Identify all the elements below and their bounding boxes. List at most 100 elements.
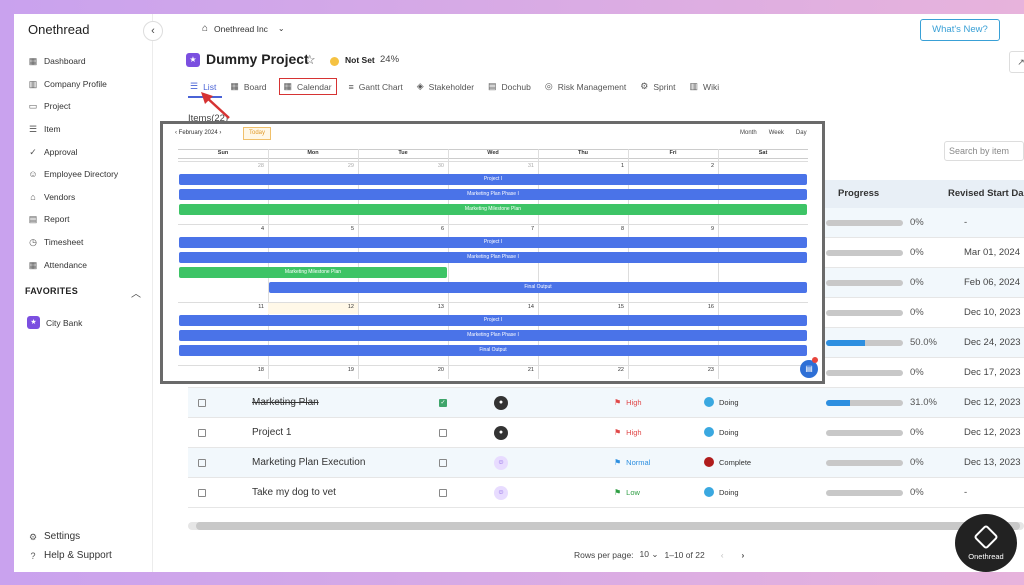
tab-wiki[interactable]: ▥ Wiki [688, 78, 722, 95]
tab-calendar[interactable]: ▦ Calendar [278, 78, 337, 95]
sidebar-item-settings[interactable]: ⚙ Settings [28, 527, 112, 546]
sidebar-item-dashboard[interactable]: ▦ Dashboard [28, 50, 152, 73]
assignee-avatar[interactable]: ● [494, 396, 508, 410]
today-button[interactable]: Today [243, 127, 271, 140]
collapse-sidebar-button[interactable]: ‹ [143, 21, 163, 41]
search-input[interactable]: Search by item [944, 141, 1024, 161]
row-select-checkbox[interactable] [198, 429, 206, 437]
view-day-button[interactable]: Day [796, 130, 807, 136]
day-number[interactable]: 31 [446, 163, 534, 169]
item-complete-checkbox[interactable] [439, 459, 447, 467]
status-badge[interactable]: Doing [704, 397, 739, 407]
day-number[interactable]: 1 [536, 163, 624, 169]
prev-month-icon[interactable]: ‹ [175, 130, 177, 136]
day-number[interactable]: 16 [626, 304, 714, 310]
calendar-event[interactable]: Marketing Plan Phase I [179, 252, 807, 263]
calendar-event[interactable]: Marketing Plan Phase I [179, 330, 807, 341]
status-badge[interactable]: Doing [704, 487, 739, 497]
item-name[interactable]: Marketing Plan Execution [252, 457, 365, 468]
sidebar-item-employee-directory[interactable]: ☺ Employee Directory [28, 163, 152, 186]
item-name[interactable]: Project 1 [252, 427, 291, 438]
brand-logo[interactable]: Onethread [28, 22, 89, 37]
next-page-icon[interactable]: › [742, 550, 745, 560]
assignee-avatar[interactable]: ● [494, 426, 508, 440]
assignee-avatar[interactable]: ☺ [494, 486, 508, 500]
day-number[interactable]: 4 [176, 226, 264, 232]
day-number[interactable]: 22 [536, 367, 624, 373]
calendar-event[interactable]: Final Output [269, 282, 807, 293]
sidebar-item-approval[interactable]: ✓ Approval [28, 140, 152, 163]
calendar-event[interactable]: Marketing Milestone Plan [179, 267, 447, 278]
sidebar-item-company-profile[interactable]: ▥ Company Profile [28, 73, 152, 96]
day-number[interactable]: 8 [536, 226, 624, 232]
day-number[interactable]: 30 [356, 163, 444, 169]
tab-stakeholder[interactable]: ◈ Stakeholder [415, 78, 476, 95]
day-number[interactable]: 12 [266, 304, 354, 310]
row-select-checkbox[interactable] [198, 459, 206, 467]
priority-badge[interactable]: ⚑ Normal [614, 458, 650, 467]
priority-badge[interactable]: ⚑ Low [614, 488, 640, 497]
day-number[interactable]: 9 [626, 226, 714, 232]
day-number[interactable]: 2 [626, 163, 714, 169]
prev-page-icon[interactable]: ‹ [721, 550, 724, 560]
day-number[interactable]: 5 [266, 226, 354, 232]
priority-badge[interactable]: ⚑ High [614, 428, 642, 437]
item-complete-checkbox[interactable]: ✓ [439, 399, 447, 407]
tab-gantt-chart[interactable]: ≡ Gantt Chart [347, 78, 405, 95]
tab-sprint[interactable]: ⚙ Sprint [638, 78, 677, 95]
table-row[interactable]: Project 1 ● ⚑ High Doing 0% Dec 12, 2023 [188, 418, 1024, 448]
whats-new-button[interactable]: What's New? [920, 19, 1000, 41]
sidebar-item-item[interactable]: ☰ Item [28, 118, 152, 141]
favorite-item-city-bank[interactable]: ★ City Bank [27, 316, 82, 329]
col-revised-start[interactable]: Revised Start Da [948, 188, 1024, 199]
day-number[interactable]: 18 [176, 367, 264, 373]
chat-button[interactable]: ▤ [800, 357, 818, 378]
calendar-event[interactable]: Marketing Milestone Plan [179, 204, 807, 215]
sidebar-item-report[interactable]: ▤ Report [28, 208, 152, 231]
next-month-icon[interactable]: › [219, 130, 221, 136]
item-complete-checkbox[interactable] [439, 429, 447, 437]
sidebar-item-attendance[interactable]: ▦ Attendance [28, 253, 152, 276]
table-row[interactable]: Take my dog to vet ☺ ⚑ Low Doing 0% - [188, 478, 1024, 508]
day-number[interactable]: 13 [356, 304, 444, 310]
calendar-event[interactable]: Project I [179, 174, 807, 185]
view-month-button[interactable]: Month [740, 130, 757, 136]
sidebar-item-timesheet[interactable]: ◷ Timesheet [28, 231, 152, 254]
chevron-up-icon[interactable]: ︿ [131, 285, 141, 300]
day-number[interactable]: 11 [176, 304, 264, 310]
day-number[interactable]: 20 [356, 367, 444, 373]
row-select-checkbox[interactable] [198, 489, 206, 497]
day-number[interactable]: 23 [626, 367, 714, 373]
item-name[interactable]: Marketing Plan [252, 397, 319, 408]
item-name[interactable]: Take my dog to vet [252, 487, 336, 498]
rows-per-page-select[interactable]: 10 ⌄ [640, 549, 659, 560]
row-select-checkbox[interactable] [198, 399, 206, 407]
day-number[interactable]: 29 [266, 163, 354, 169]
org-switcher[interactable]: ⌂ Onethread Inc ⌄ [202, 23, 285, 34]
calendar-event[interactable]: Marketing Plan Phase I [179, 189, 807, 200]
day-number[interactable]: 14 [446, 304, 534, 310]
calendar-event[interactable]: Project I [179, 315, 807, 326]
assignee-avatar[interactable]: ☺ [494, 456, 508, 470]
col-progress[interactable]: Progress [838, 188, 879, 199]
tab-dochub[interactable]: ▤ Dochub [486, 78, 533, 95]
sidebar-item-help-support[interactable]: ? Help & Support [28, 546, 111, 565]
sidebar-item-vendors[interactable]: ⌂ Vendors [28, 186, 152, 209]
item-complete-checkbox[interactable] [439, 489, 447, 497]
day-number[interactable]: 28 [176, 163, 264, 169]
status-badge[interactable]: Doing [704, 427, 739, 437]
priority-badge[interactable]: ⚑ High [614, 398, 642, 407]
table-row[interactable]: Marketing Plan ✓ ● ⚑ High Doing 31.0% Dec 12, 2… [188, 388, 1024, 418]
calendar-event[interactable]: Final Output [179, 345, 807, 356]
tab-risk-management[interactable]: ◎ Risk Management [543, 78, 628, 95]
day-number[interactable]: 15 [536, 304, 624, 310]
sidebar-item-project[interactable]: ▭ Project [28, 95, 152, 118]
status-badge[interactable]: Complete [704, 457, 751, 467]
day-number[interactable]: 6 [356, 226, 444, 232]
star-icon[interactable]: ☆ [304, 52, 316, 68]
day-number[interactable]: 7 [446, 226, 534, 232]
day-number[interactable]: 19 [266, 367, 354, 373]
expand-icon[interactable]: ↗ [1009, 51, 1024, 73]
view-week-button[interactable]: Week [769, 130, 784, 136]
day-number[interactable]: 21 [446, 367, 534, 373]
